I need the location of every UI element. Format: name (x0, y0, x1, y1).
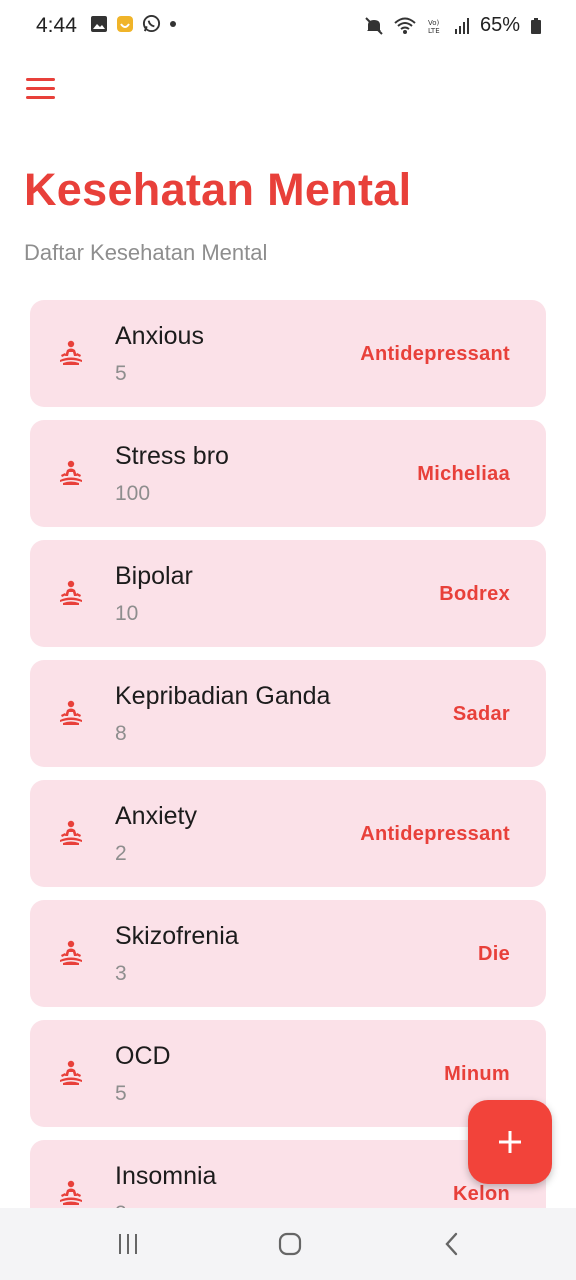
dot-icon (170, 20, 176, 27)
system-navigation-bar (0, 1208, 576, 1280)
item-count: 10 (115, 602, 139, 625)
list-item[interactable]: Kepribadian Ganda 8 Sadar (30, 660, 546, 767)
home-icon (278, 1232, 302, 1256)
mute-icon (365, 16, 383, 35)
recent-apps-icon (119, 1234, 137, 1254)
notification-icons (90, 14, 177, 33)
mental-health-list[interactable]: Anxious 5 Antidepressant Stress bro 100 … (30, 300, 546, 1208)
list-item[interactable]: Skizofrenia 3 Die (30, 900, 546, 1007)
item-medicine: Antidepressant (360, 823, 510, 845)
svg-text:Vo): Vo) (428, 19, 440, 27)
signal-icon (454, 17, 469, 34)
item-name: Skizofrenia (115, 922, 239, 950)
wifi-icon (394, 17, 416, 34)
item-medicine: Die (477, 943, 510, 965)
meditation-icon (60, 820, 82, 845)
meditation-icon (60, 1060, 82, 1085)
item-name: Anxiety (115, 802, 197, 830)
hamburger-menu-icon[interactable] (26, 78, 56, 102)
item-name: Insomnia (115, 1162, 217, 1190)
list-item[interactable]: Bipolar 10 Bodrex (30, 540, 546, 647)
meditation-icon (60, 460, 82, 485)
meditation-icon (60, 1180, 82, 1205)
item-count: 5 (115, 1082, 127, 1105)
item-count: 3 (115, 962, 127, 985)
item-name: Bipolar (115, 562, 193, 590)
item-name: Stress bro (115, 442, 229, 470)
meditation-icon (60, 700, 82, 725)
plus-icon (499, 1131, 521, 1153)
add-button[interactable] (468, 1100, 552, 1184)
meditation-icon (60, 940, 82, 965)
image-icon (91, 15, 107, 32)
item-medicine: Micheliaa (417, 463, 510, 485)
meditation-icon (60, 580, 82, 605)
list-item[interactable]: OCD 5 Minum (30, 1020, 546, 1127)
item-name: OCD (115, 1042, 171, 1070)
system-icons: Vo) LTE 65% (364, 14, 542, 37)
app-notification-icon (117, 15, 133, 32)
item-medicine: Minum (444, 1063, 510, 1085)
recent-apps-button[interactable] (108, 1228, 148, 1260)
item-medicine: Antidepressant (360, 343, 510, 365)
item-name: Kepribadian Ganda (115, 682, 331, 710)
battery-icon (531, 17, 541, 34)
list-item[interactable]: Anxious 5 Antidepressant (30, 300, 546, 407)
item-medicine: Bodrex (439, 583, 510, 605)
list-item[interactable]: Stress bro 100 Micheliaa (30, 420, 546, 527)
item-medicine: Kelon (452, 1183, 510, 1205)
page-subtitle: Daftar Kesehatan Mental (24, 240, 268, 265)
whatsapp-icon (142, 14, 161, 33)
item-count: 8 (115, 722, 127, 745)
item-count: 2 (115, 842, 127, 865)
page-title: Kesehatan Mental (24, 164, 412, 215)
svg-text:LTE: LTE (428, 27, 440, 35)
meditation-icon (60, 340, 82, 365)
item-name: Anxious (115, 322, 204, 350)
item-count: 5 (115, 362, 127, 385)
list-item[interactable]: Anxiety 2 Antidepressant (30, 780, 546, 887)
volte-icon: Vo) LTE (428, 19, 440, 35)
status-bar: 4:44 Vo) LTE 65% (0, 0, 576, 52)
back-button[interactable] (432, 1228, 472, 1260)
item-count: 100 (115, 482, 151, 505)
battery-level: 65% (479, 14, 520, 36)
status-time: 4:44 (36, 14, 77, 37)
home-button[interactable] (270, 1228, 310, 1260)
back-icon (445, 1232, 458, 1256)
item-medicine: Sadar (452, 703, 510, 725)
